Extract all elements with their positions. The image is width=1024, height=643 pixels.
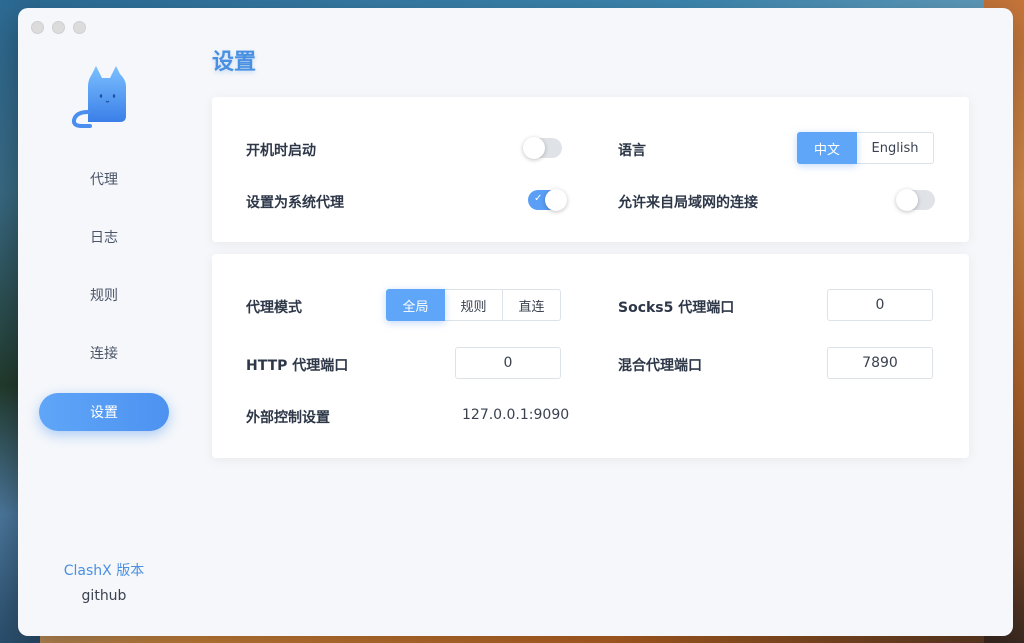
sidebar-item-proxies[interactable]: 代理 [39, 160, 169, 198]
proxy-mode-rule[interactable]: 规则 [444, 289, 503, 321]
app-window: 代理 日志 规则 连接 设置 ClashX 版本 github 设置 开机时启动… [18, 8, 1013, 636]
http-port-label: HTTP 代理端口 [246, 358, 349, 374]
external-controller-value[interactable]: 127.0.0.1:9090 [462, 407, 569, 423]
check-icon: ✓ [534, 193, 543, 204]
language-option-english[interactable]: English [856, 132, 934, 164]
proxy-mode-global[interactable]: 全局 [386, 289, 445, 321]
sidebar-item-settings[interactable]: 设置 [39, 393, 169, 431]
proxy-mode-label: 代理模式 [246, 300, 302, 316]
language-label: 语言 [618, 143, 646, 159]
version-link[interactable]: ClashX 版本 [18, 560, 190, 580]
toggle-knob [545, 189, 567, 211]
proxy-settings-card: 代理模式 全局 规则 直连 Socks5 代理端口 HTTP 代理端口 混合代理… [212, 254, 969, 458]
clash-cat-logo-icon [71, 66, 126, 128]
mixed-port-label: 混合代理端口 [618, 358, 702, 374]
toggle-knob [523, 137, 545, 159]
external-controller-label: 外部控制设置 [246, 410, 330, 426]
socks5-port-label: Socks5 代理端口 [618, 300, 735, 316]
system-proxy-toggle[interactable]: ✓ [528, 189, 567, 211]
system-proxy-label: 设置为系统代理 [246, 195, 344, 211]
start-at-login-toggle[interactable] [523, 137, 562, 159]
sidebar-item-rules[interactable]: 规则 [39, 276, 169, 314]
sidebar-item-connections[interactable]: 连接 [39, 334, 169, 372]
allow-lan-label: 允许来自局域网的连接 [618, 195, 758, 211]
toggle-knob [896, 189, 918, 211]
start-at-login-label: 开机时启动 [246, 143, 316, 159]
http-port-input[interactable] [455, 347, 561, 379]
sidebar-item-logs[interactable]: 日志 [39, 218, 169, 256]
language-option-chinese[interactable]: 中文 [797, 132, 857, 164]
page-title: 设置 [212, 50, 257, 75]
mixed-port-input[interactable] [827, 347, 933, 379]
general-settings-card: 开机时启动 语言 中文 English 设置为系统代理 ✓ 允许来自局域网的连接 [212, 97, 969, 242]
sidebar: 代理 日志 规则 连接 设置 ClashX 版本 github [18, 8, 190, 636]
socks5-port-input[interactable] [827, 289, 933, 321]
proxy-mode-selector: 全局 规则 直连 [386, 289, 561, 321]
proxy-mode-direct[interactable]: 直连 [502, 289, 561, 321]
allow-lan-toggle[interactable] [896, 189, 935, 211]
github-link[interactable]: github [18, 588, 190, 604]
language-selector: 中文 English [797, 132, 934, 164]
